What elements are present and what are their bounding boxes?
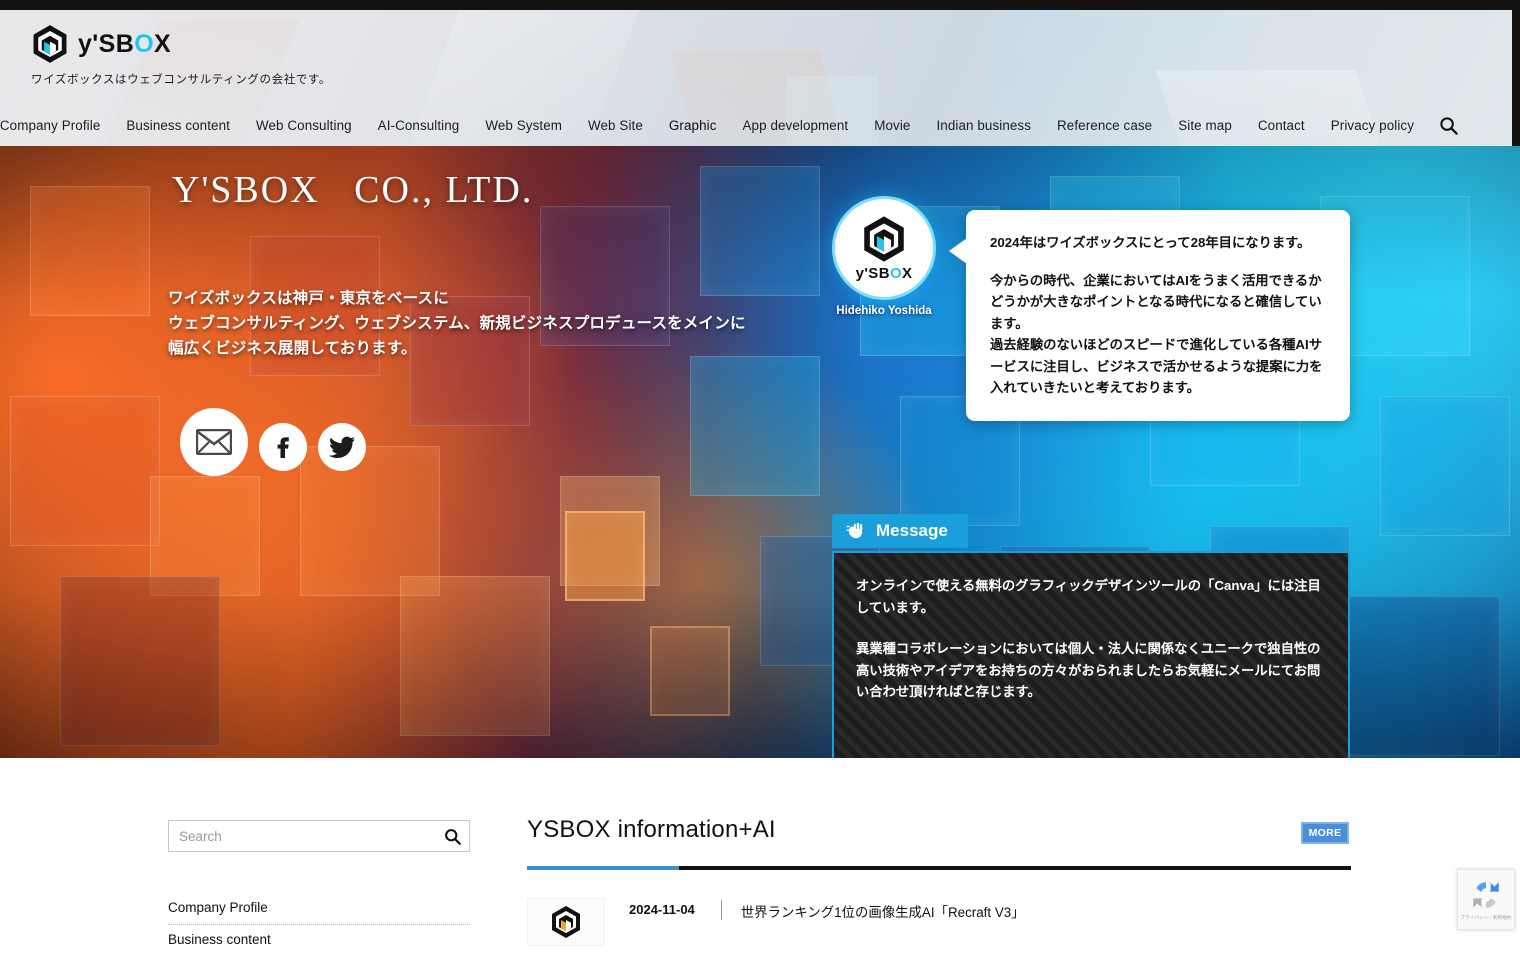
message-paragraph-2: 異業種コラボレーションにおいては個人・法人に関係なくユニークで独自性の高い技術や… [856,641,1321,700]
news-section-title: YSBOX information+AI [527,816,776,843]
nav-item-reference-case[interactable]: Reference case [1044,113,1165,138]
author-message-bubble: 2024年はワイズボックスにとって28年目になります。 今からの時代、企業におい… [949,210,1350,421]
nav-item-privacy-policy[interactable]: Privacy policy [1318,113,1427,138]
social-links [180,408,366,476]
nav-item-contact[interactable]: Contact [1245,113,1318,138]
content-area: Company Profile Business content YSBOX i… [0,758,1520,947]
avatar: y'SBOX [832,196,936,300]
avatar-wordmark: y'SBOX [855,264,913,282]
pointing-hand-icon [846,522,863,539]
nav-item-indian-business[interactable]: Indian business [923,113,1044,138]
news-title-underline [527,866,1351,870]
brand-wordmark: y'SBOX [78,29,172,58]
hero-lead-line-3: 幅広くビジネス展開しております。 [168,340,417,358]
news-list-item[interactable]: 2024-11-04 世界ランキング1位の画像生成AI「Recraft V3」 [527,898,1351,946]
search-icon [444,828,461,845]
nav-item-web-system[interactable]: Web System [472,113,575,138]
news-thumbnail [527,898,605,946]
cube-logo-icon [33,25,67,63]
nav-item-ai-consulting[interactable]: AI-Consulting [365,113,473,138]
author-name: Hidehiko Yoshida [836,305,932,317]
message-paragraph-1: オンラインで使える無料のグラフィックデザインツールの「Canva」には注目してい… [856,578,1321,615]
facebook-icon[interactable] [259,423,307,471]
sidebar-item-business-content[interactable]: Business content [168,932,470,956]
search-input[interactable] [169,821,435,851]
search-icon[interactable] [1439,116,1458,135]
news-item-title[interactable]: 世界ランキング1位の画像生成AI「Recraft V3」 [741,901,1025,921]
nav-item-graphic[interactable]: Graphic [656,113,730,138]
cube-logo-icon [864,215,904,262]
hero-lead-text: ワイズボックスは神戸・東京をベースに ウェブコンサルティング、ウェブシステム、新… [168,286,746,361]
search-input-wrapper [168,820,470,852]
recaptcha-text: プライバシー - 利用規約 [1460,915,1512,920]
right-black-bar [1512,0,1520,146]
recaptcha-icon [1473,882,1499,908]
hero-lead-line-1: ワイズボックスは神戸・東京をベースに [168,290,449,307]
twitter-icon[interactable] [318,423,366,471]
nav-item-site-map[interactable]: Site map [1165,113,1245,138]
speech-paragraph-2: 今からの時代、企業においてはAIをうまく活用できるかどうかが大きなポイントとなる… [990,272,1323,396]
mail-icon[interactable] [180,408,248,476]
brand[interactable]: y'SBOX ワイズボックスはウェブコンサルティングの会社です。 [31,24,331,87]
speech-paragraph-1: 2024年はワイズボックスにとって28年目になります。 [990,235,1311,250]
news-more-button[interactable]: MORE [1301,822,1349,844]
news-item-date: 2024-11-04 [629,902,695,917]
message-panel: オンラインで使える無料のグラフィックデザインツールの「Canva」には注目してい… [832,551,1350,758]
search-submit-button[interactable] [435,821,469,851]
main-navigation: Company Profile Business content Web Con… [0,113,1520,138]
hero-banner: Y'SBOX CO., LTD. ワイズボックスは神戸・東京をベースに ウェブコ… [0,146,1520,758]
sidebar-item-company-profile[interactable]: Company Profile [168,900,470,925]
message-tab: Message [832,514,968,548]
nav-item-business-content[interactable]: Business content [113,113,243,138]
top-black-bar [0,0,1520,10]
nav-item-company-profile[interactable]: Company Profile [0,113,113,138]
hero-lead-line-2: ウェブコンサルティング、ウェブシステム、新規ビジネスプロデュースをメインに [168,315,746,333]
author-avatar-block: y'SBOX Hidehiko Yoshida [832,196,936,317]
nav-item-movie[interactable]: Movie [861,113,923,138]
site-header: y'SBOX ワイズボックスはウェブコンサルティングの会社です。 Company… [0,10,1520,146]
news-item-separator [720,900,722,920]
cube-thumbnail-icon [552,906,580,938]
nav-item-web-consulting[interactable]: Web Consulting [243,113,365,138]
message-tab-label: Message [876,521,948,540]
hero-title: Y'SBOX CO., LTD. [172,169,534,211]
recaptcha-badge[interactable]: プライバシー - 利用規約 [1457,869,1515,930]
nav-item-web-site[interactable]: Web Site [575,113,656,138]
nav-item-app-development[interactable]: App development [730,113,862,138]
brand-tagline: ワイズボックスはウェブコンサルティングの会社です。 [31,74,331,86]
